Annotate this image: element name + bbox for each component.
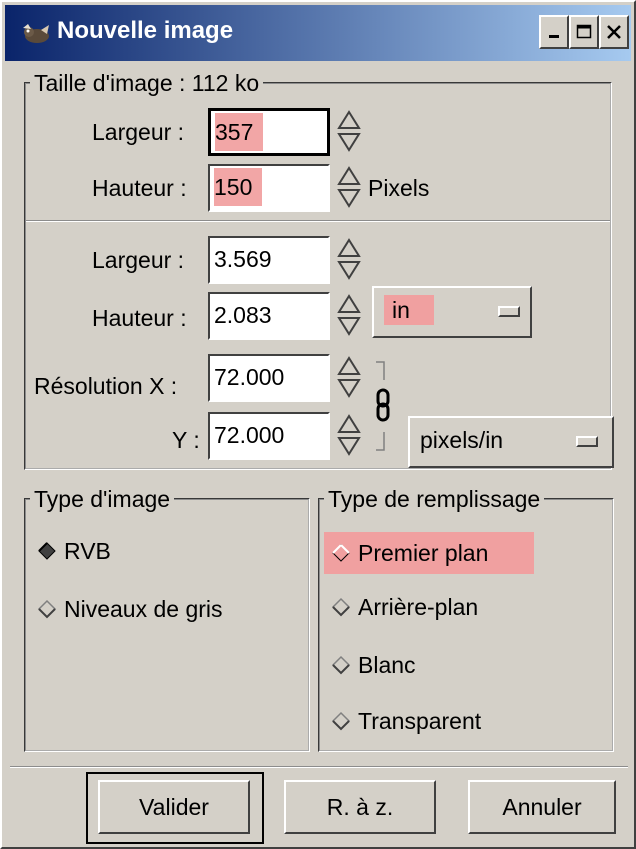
radio-background[interactable]: Arrière-plan [330,590,478,624]
close-button[interactable] [599,15,629,49]
radio-unselected-icon [331,655,351,675]
window-title: Nouvelle image [57,17,234,44]
image-size-legend: Taille d'image : 112 ko [30,70,264,96]
new-image-dialog: Nouvelle image Taille d'image : 112 ko L… [0,0,636,849]
maximize-button[interactable] [569,15,599,49]
radio-transparent[interactable]: Transparent [330,704,481,738]
dropdown-indicator-icon [576,436,598,447]
radio-rgb[interactable]: RVB [36,534,111,568]
minimize-button[interactable] [539,15,569,49]
radio-white[interactable]: Blanc [330,648,416,682]
radio-unselected-icon [331,597,351,617]
resolution-unit-dropdown[interactable]: pixels/in [408,416,614,468]
ok-button[interactable]: Valider [98,780,250,834]
resolution-x-label: Résolution X : [34,373,178,399]
resolution-x-spinner-icon[interactable] [336,354,362,400]
radio-selected-icon [332,544,350,562]
resolution-y-input[interactable]: 72.000 [208,412,330,460]
print-width-input[interactable]: 3.569 [208,236,330,284]
print-width-spinner-icon[interactable] [336,236,362,282]
resolution-x-input[interactable]: 72.000 [208,354,330,402]
radio-grayscale[interactable]: Niveaux de gris [36,592,223,626]
radio-unselected-icon [37,599,57,619]
button-separator [10,766,628,768]
print-width-label: Largeur : [92,247,185,273]
pixel-width-input[interactable]: 357 [208,108,330,156]
radio-foreground[interactable]: Premier plan [324,532,534,574]
print-height-spinner-icon[interactable] [336,292,362,338]
title-bar[interactable]: Nouvelle image [5,5,631,61]
fill-type-legend: Type de remplissage [324,486,545,512]
dropdown-indicator-icon [498,306,520,317]
pixel-width-spinner-icon[interactable] [336,108,362,154]
radio-selected-icon [38,542,56,560]
print-height-label: Hauteur : [92,305,187,331]
print-height-input[interactable]: 2.083 [208,292,330,340]
image-type-legend: Type d'image [30,486,175,512]
pixel-width-label: Largeur : [92,119,185,145]
reset-button[interactable]: R. à z. [284,780,436,834]
resolution-y-spinner-icon[interactable] [336,412,362,458]
print-unit-dropdown[interactable]: in [372,286,532,338]
chain-link-icon[interactable] [372,358,392,454]
pixel-height-label: Hauteur : [92,175,187,201]
resolution-y-label: Y : [172,427,200,453]
pixel-unit-label: Pixels [368,175,430,201]
gimp-app-icon [23,24,49,43]
maximize-icon [576,24,592,39]
radio-unselected-icon [331,711,351,731]
close-icon [607,25,621,39]
cancel-button[interactable]: Annuler [468,780,616,834]
pixel-height-spinner-icon[interactable] [336,164,362,210]
minimize-icon [549,35,559,38]
pixel-height-input[interactable]: 150 [208,164,330,212]
size-separator [26,220,610,222]
